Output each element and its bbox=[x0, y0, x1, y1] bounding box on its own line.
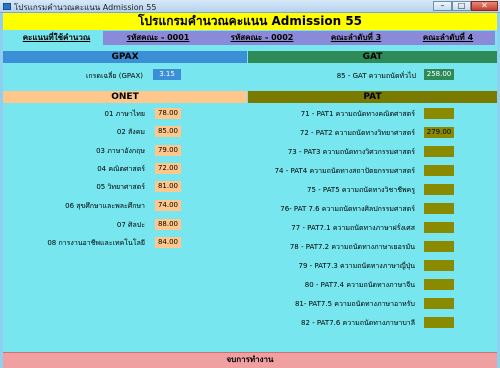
pat-field[interactable] bbox=[424, 298, 454, 309]
gat-field[interactable]: 258.00 bbox=[424, 69, 454, 80]
pat-label: 78 - PAT7.2 ความถนัดทางภาษาเยอรมัน bbox=[289, 243, 415, 251]
maximize-button[interactable]: □ bbox=[452, 1, 471, 11]
gat-label: 85 - GAT ความถนัดทั่วไป bbox=[336, 72, 416, 80]
window-titlebar: โปรแกรมคำนวณคะแนน Admission 55 – □ ✕ bbox=[0, 0, 500, 13]
onet-label: 01 ภาษาไทย bbox=[104, 110, 145, 118]
onet-label: 04 คณิตศาสตร์ bbox=[97, 165, 145, 173]
tab-scores[interactable]: คะแนนที่ใช้คำนวณ bbox=[17, 31, 96, 45]
pat-label: 77 - PAT7.1 ความถนัดทางภาษาฝรั่งเศส bbox=[291, 224, 415, 232]
pat-field[interactable]: 279.00 bbox=[424, 127, 454, 138]
onet-label: 02 สังคม bbox=[116, 128, 145, 136]
pat-label: 75 - PAT5 ความถนัดทางวิชาชีพครู bbox=[307, 186, 415, 194]
onet-field[interactable]: 78.00 bbox=[155, 108, 181, 119]
onet-label: 05 วิทยาศาสตร์ bbox=[96, 183, 145, 191]
onet-field[interactable]: 85.00 bbox=[155, 126, 181, 137]
pat-field[interactable] bbox=[424, 222, 454, 233]
gat-section-title: GAT bbox=[248, 51, 497, 63]
minimize-button[interactable]: – bbox=[433, 1, 452, 11]
onet-section-title: ONET bbox=[3, 91, 247, 103]
tab-faculty-0001[interactable]: รหัสคณะ - 0001 bbox=[103, 31, 213, 45]
gpax-label: เกรดเฉลี่ย (GPAX) bbox=[86, 72, 143, 80]
page-title: โปรแกรมคำนวณคะแนน Admission 55 bbox=[137, 14, 363, 28]
pat-field[interactable] bbox=[424, 279, 454, 290]
pat-label: 79 - PAT7.3 ความถนัดทางภาษาญี่ปุ่น bbox=[298, 262, 415, 270]
gpax-section-title: GPAX bbox=[3, 51, 247, 63]
pat-field[interactable] bbox=[424, 146, 454, 157]
gpax-field[interactable]: 3.15 bbox=[153, 69, 181, 80]
onet-label: 03 ภาษาอังกฤษ bbox=[96, 147, 145, 155]
pat-label: 74 - PAT4 ความถนัดทางสถาปัตยกรรมศาสตร์ bbox=[274, 167, 415, 175]
pat-field[interactable] bbox=[424, 260, 454, 271]
pat-field[interactable] bbox=[424, 108, 454, 119]
pat-field[interactable] bbox=[424, 184, 454, 195]
onet-label: 07 ศิลปะ bbox=[116, 221, 145, 229]
pat-label: 82 - PAT7.6 ความถนัดทางภาษาบาลี bbox=[301, 319, 415, 327]
onet-field[interactable]: 84.00 bbox=[155, 237, 181, 248]
tab-faculty-3[interactable]: คณะลำดับที่ 3 bbox=[311, 31, 401, 45]
pat-section-title: PAT bbox=[248, 91, 497, 103]
pat-label: 81- PAT7.5 ความถนัดทางภาษาอาหรับ bbox=[294, 300, 415, 308]
tab-faculty-0002[interactable]: รหัสคณะ - 0002 bbox=[213, 31, 311, 45]
onet-label: 08 การงานอาชีพและเทคโนโลยี bbox=[47, 239, 145, 247]
pat-label: 73 - PAT3 ความถนัดทางวิศวกรรมศาสตร์ bbox=[287, 148, 415, 156]
pat-field[interactable] bbox=[424, 241, 454, 252]
onet-field[interactable]: 81.00 bbox=[155, 181, 181, 192]
pat-field[interactable] bbox=[424, 317, 454, 328]
onet-field[interactable]: 72.00 bbox=[155, 163, 181, 174]
onet-label: 06 สุขศึกษาและพละศึกษา bbox=[65, 202, 145, 210]
close-button[interactable]: ✕ bbox=[471, 1, 498, 11]
pat-field[interactable] bbox=[424, 165, 454, 176]
onet-field[interactable]: 79.00 bbox=[155, 145, 181, 156]
pat-field[interactable] bbox=[424, 203, 454, 214]
pat-label: 71 - PAT1 ความถนัดทางคณิตศาสตร์ bbox=[300, 110, 415, 118]
pat-label: 72 - PAT2 ความถนัดทางวิทยาศาสตร์ bbox=[299, 129, 415, 137]
form-header: โปรแกรมคำนวณคะแนน Admission 55 bbox=[3, 13, 497, 30]
tab-faculty-4[interactable]: คณะลำดับที่ 4 bbox=[401, 31, 495, 45]
pat-label: 80 - PAT7.4 ความถนัดทางภาษาจีน bbox=[304, 281, 415, 289]
app-icon bbox=[3, 3, 11, 10]
exit-button[interactable]: จบการทำงาน bbox=[3, 352, 497, 368]
onet-field[interactable]: 74.00 bbox=[155, 200, 181, 211]
pat-label: 76- PAT 7.6 ความถนัดทางศิลปกรรมศาสตร์ bbox=[280, 205, 415, 213]
onet-field[interactable]: 88.00 bbox=[155, 219, 181, 230]
